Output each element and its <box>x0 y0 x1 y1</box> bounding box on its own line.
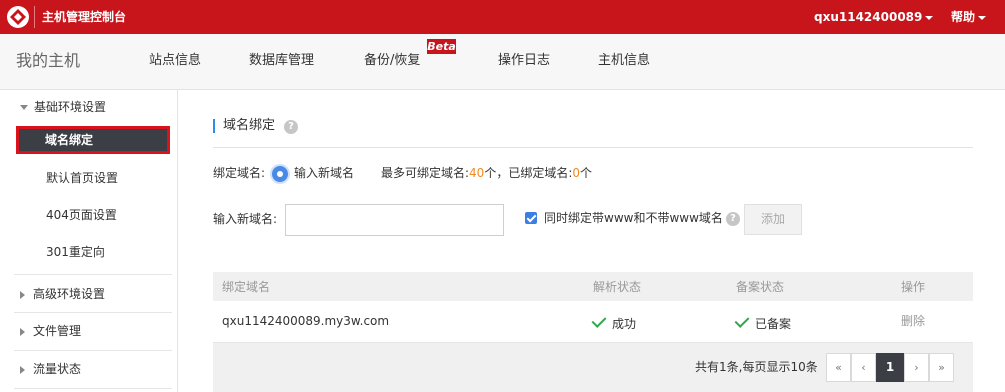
section-accent-bar <box>213 119 215 133</box>
chevron-down-icon <box>925 15 934 20</box>
sidebar-divider <box>14 312 172 313</box>
nav-item-logs[interactable]: 操作日志 <box>498 52 550 70</box>
sidebar-item-domain-binding[interactable]: 域名绑定 <box>16 126 170 154</box>
section-divider <box>213 147 973 148</box>
icp-status-text: 已备案 <box>755 317 792 331</box>
www-binding-label[interactable]: 同时绑定带www和不带www域名 <box>544 211 723 225</box>
www-binding-checkbox[interactable] <box>525 212 537 224</box>
table-footer: 共有1条,每页显示10条 « ‹ 1 › » <box>213 343 973 392</box>
check-icon <box>591 313 607 328</box>
caret-right-icon <box>20 290 25 299</box>
nav-brand[interactable]: 我的主机 <box>16 51 80 71</box>
chevron-down-icon <box>978 15 987 20</box>
question-icon[interactable]: ? <box>284 120 298 134</box>
caret-down-icon <box>20 105 28 110</box>
sidebar-group-basic[interactable]: 基础环境设置 <box>20 100 106 114</box>
sidebar-divider <box>14 350 172 351</box>
question-icon[interactable]: ? <box>726 212 740 226</box>
table-header: 绑定域名 解析状态 备案状态 操作 <box>213 272 973 301</box>
max-domains-label: 最多可绑定域名: <box>381 166 470 180</box>
new-domain-input[interactable] <box>285 204 504 236</box>
unit-label: 个 <box>484 166 497 180</box>
table-row: qxu1142400089.my3w.com 成功 已备案 删除 <box>213 301 973 343</box>
domain-cell: qxu1142400089.my3w.com <box>222 314 390 328</box>
last-page-button[interactable]: » <box>929 353 954 382</box>
sidebar-item-404-page[interactable]: 404页面设置 <box>46 208 117 222</box>
help-label: 帮助 <box>951 10 976 24</box>
first-page-button[interactable]: « <box>826 353 851 382</box>
caret-right-icon <box>20 365 25 374</box>
dns-status-text: 成功 <box>612 317 637 331</box>
dns-status-cell: 成功 <box>591 313 637 331</box>
help-menu[interactable]: 帮助 <box>951 10 987 24</box>
next-page-button[interactable]: › <box>904 353 929 382</box>
top-bar: 主机管理控制台 qxu1142400089 帮助 <box>0 0 1005 34</box>
main-nav: 我的主机 站点信息 数据库管理 备份/恢复 Beta 操作日志 主机信息 <box>0 34 1005 90</box>
column-header-action: 操作 <box>901 280 926 294</box>
check-icon <box>734 313 750 328</box>
sidebar-group-advanced[interactable]: 高级环境设置 <box>20 287 105 301</box>
column-header-dns-status: 解析状态 <box>593 280 642 294</box>
prev-page-button[interactable]: ‹ <box>851 353 876 382</box>
nav-item-database[interactable]: 数据库管理 <box>249 52 314 70</box>
nav-item-host-info[interactable]: 主机信息 <box>598 52 650 70</box>
user-menu[interactable]: qxu1142400089 <box>814 10 934 24</box>
bind-domain-label: 绑定域名: <box>213 166 266 180</box>
unit-label: 个 <box>580 166 593 180</box>
icp-status-cell: 已备案 <box>734 313 792 331</box>
sidebar-divider <box>14 274 172 275</box>
bound-domains-value: 0 <box>572 166 581 180</box>
sidebar-group-traffic[interactable]: 流量状态 <box>20 362 81 376</box>
app-title: 主机管理控制台 <box>42 10 127 24</box>
sidebar-group-files[interactable]: 文件管理 <box>20 324 81 338</box>
sidebar-group-label: 流量状态 <box>33 362 82 376</box>
new-domain-radio[interactable] <box>272 166 288 182</box>
new-domain-radio-label[interactable]: 输入新域名 <box>294 166 354 180</box>
current-page-button[interactable]: 1 <box>876 353 904 382</box>
delete-link[interactable]: 删除 <box>901 314 925 328</box>
sidebar-divider <box>14 388 172 389</box>
header-divider <box>34 6 35 28</box>
user-name: qxu1142400089 <box>814 10 923 24</box>
caret-right-icon <box>20 327 25 336</box>
beta-badge: Beta <box>427 39 456 54</box>
bound-domains-label: ，已绑定域名: <box>496 166 573 180</box>
sidebar-item-301-redirect[interactable]: 301重定向 <box>46 245 105 259</box>
sidebar-group-label: 高级环境设置 <box>33 287 106 301</box>
domain-quota-text: 最多可绑定域名:40个，已绑定域名:0个 <box>381 166 592 180</box>
sidebar-group-label: 文件管理 <box>33 324 82 338</box>
add-domain-button[interactable]: 添加 <box>744 204 802 235</box>
section-title: 域名绑定 <box>223 118 276 133</box>
sidebar-group-label: 基础环境设置 <box>34 100 107 114</box>
sidebar-item-default-page[interactable]: 默认首页设置 <box>46 171 118 185</box>
column-header-domain: 绑定域名 <box>222 280 271 294</box>
max-domains-value: 40 <box>469 166 485 180</box>
logo-icon <box>7 6 29 28</box>
column-header-icp-status: 备案状态 <box>736 280 785 294</box>
new-domain-input-label: 输入新域名: <box>213 212 278 226</box>
nav-item-site-info[interactable]: 站点信息 <box>149 52 201 70</box>
pagination-summary: 共有1条,每页显示10条 <box>695 360 818 374</box>
nav-item-backup[interactable]: 备份/恢复 <box>364 52 420 70</box>
